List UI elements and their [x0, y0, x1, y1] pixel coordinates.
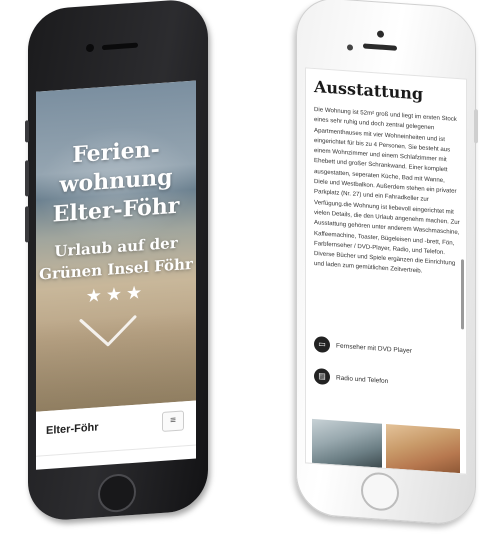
section-title: Ausstattung	[314, 76, 424, 104]
hero-title: Ferien- wohnung Elter-Föhr	[36, 133, 196, 231]
hero-banner: Ferien- wohnung Elter-Föhr Urlaub auf de…	[36, 80, 196, 412]
volume-up-button	[25, 160, 29, 197]
tv-icon: ▭	[314, 335, 330, 354]
brand-link[interactable]: Elter-Föhr	[46, 421, 99, 437]
front-camera	[86, 43, 94, 53]
earpiece-speaker	[363, 43, 397, 51]
feature-item-radio: ▤ Radio und Telefon	[314, 367, 388, 390]
right-screen: Ausstattung Die Wohnung ist 52m² groß un…	[305, 67, 467, 475]
phone-right: Ausstattung Die Wohnung ist 52m² groß un…	[296, 0, 478, 527]
power-button	[474, 109, 478, 144]
radio-icon: ▤	[314, 367, 330, 386]
section-body: Die Wohnung ist 52m² groß und liegt im e…	[314, 105, 460, 275]
feature-item-tv: ▭ Fernseher mit DVD Player	[314, 335, 412, 360]
feature-label: Fernseher mit DVD Player	[336, 342, 412, 355]
home-button	[98, 472, 136, 514]
proximity-sensor	[347, 44, 353, 51]
front-camera	[377, 30, 384, 38]
mute-switch	[25, 120, 29, 143]
apartment-photo[interactable]	[386, 424, 460, 474]
feature-label: Radio und Telefon	[336, 374, 389, 385]
earpiece-speaker	[102, 42, 138, 51]
left-screen: Ferien- wohnung Elter-Föhr Urlaub auf de…	[36, 80, 196, 470]
scrollbar[interactable]	[461, 259, 464, 330]
volume-down-button	[25, 206, 29, 243]
home-button	[361, 471, 399, 512]
hamburger-icon[interactable]: ≡	[162, 410, 184, 432]
phone-left: Ferien- wohnung Elter-Föhr Urlaub auf de…	[25, 0, 208, 523]
apartment-photo[interactable]	[312, 418, 382, 468]
chevron-down-icon[interactable]	[78, 313, 138, 351]
